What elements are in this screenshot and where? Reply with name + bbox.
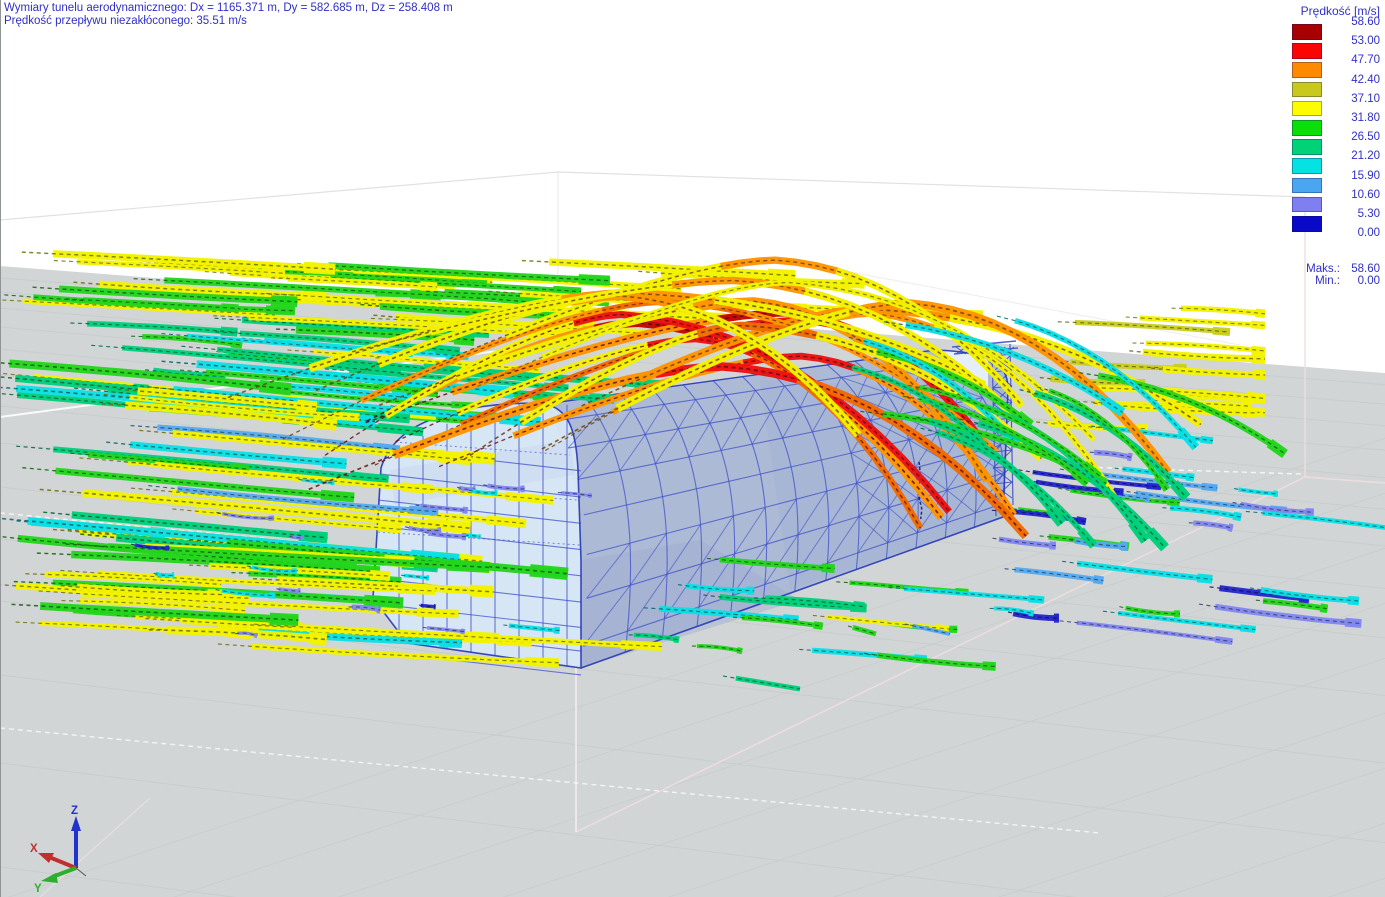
legend-swatch: [1292, 216, 1322, 232]
legend-swatch: [1292, 120, 1322, 136]
velocity-legend: Prędkość [m/s] 58.60 53.00 47.70 42.40 37.10…: [1292, 4, 1380, 287]
viewport-3d[interactable]: [0, 0, 1385, 897]
x-axis-label: X: [30, 843, 38, 855]
y-axis-label: Y: [34, 883, 42, 895]
legend-swatch: [1292, 139, 1322, 155]
legend-boundary-value: 26.50: [1351, 131, 1380, 144]
legend-swatch: [1292, 62, 1322, 78]
z-axis-label: Z: [71, 805, 78, 817]
legend-boundary-value: 0.00: [1357, 227, 1380, 240]
legend-swatch: [1292, 81, 1322, 98]
z-axis-arrow-icon: [71, 816, 81, 831]
y-axis-arrow-icon: [41, 873, 58, 883]
legend-min-label: Min.:: [1315, 275, 1340, 287]
legend-boundary-value: 10.60: [1351, 188, 1380, 201]
legend-boundary-value: 58.60: [1351, 16, 1380, 28]
legend-swatch: [1292, 100, 1322, 117]
legend-boundary-value: 21.20: [1351, 150, 1380, 163]
free-flow-velocity-text: Prędkość przepływu niezakłóconego: 35.51…: [4, 15, 247, 27]
legend-boundary-value: 31.80: [1351, 112, 1380, 124]
legend-boundary-value: 5.30: [1357, 208, 1380, 220]
legend-max-value: 58.60: [1351, 263, 1380, 275]
legend-boundary-value: 53.00: [1351, 35, 1380, 48]
legend-boundary-value: 37.10: [1351, 92, 1380, 105]
legend-swatch: [1292, 43, 1322, 59]
legend-min-value: 0.00: [1357, 275, 1380, 287]
legend-swatch: [1292, 24, 1322, 40]
legend-max-min: Maks.: 58.60 Min.: 0.00: [1292, 263, 1380, 287]
tunnel-dimensions-text: Wymiary tunelu aerodynamicznego: Dx = 11…: [4, 2, 453, 14]
legend-boundary-value: 47.70: [1351, 54, 1380, 67]
rwind-simulation-window: Wymiary tunelu aerodynamicznego: Dx = 11…: [0, 0, 1385, 897]
legend-boundary-value: 42.40: [1351, 73, 1380, 86]
axis-triad: Z X Y: [30, 805, 87, 895]
tunnel-info: Wymiary tunelu aerodynamicznego: Dx = 11…: [4, 2, 453, 28]
legend-swatch: [1292, 158, 1322, 174]
window-border: [0, 0, 1, 897]
legend-swatch: [1292, 196, 1322, 213]
legend-max-label: Maks.:: [1306, 263, 1340, 275]
legend-boundary-value: 15.90: [1351, 169, 1380, 182]
legend-color-scale: 58.60 53.00 47.70 42.40 37.10 31.80 26.50 21.20…: [1292, 16, 1380, 257]
legend-swatch: [1292, 177, 1322, 194]
